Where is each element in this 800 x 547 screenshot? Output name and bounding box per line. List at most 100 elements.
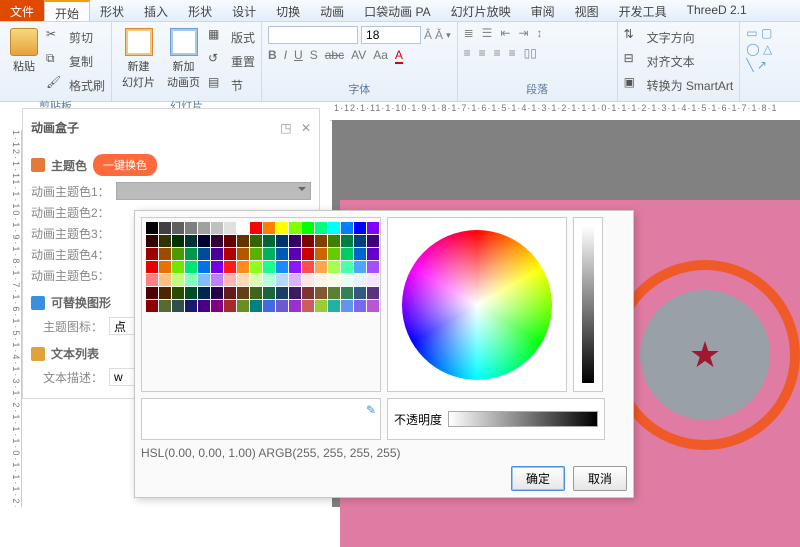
linespacing-icon[interactable]: ↕ (537, 26, 543, 40)
palette-swatch[interactable] (224, 300, 236, 312)
palette-swatch[interactable] (250, 248, 262, 260)
palette-swatch[interactable] (159, 300, 171, 312)
font-size-select[interactable]: 18 (361, 26, 421, 44)
increase-font-icon[interactable]: Â (424, 28, 432, 42)
palette-swatch[interactable] (367, 248, 379, 260)
palette-swatch[interactable] (159, 222, 171, 234)
palette-swatch[interactable] (302, 274, 314, 286)
palette-swatch[interactable] (146, 261, 158, 273)
palette-swatch[interactable] (315, 300, 327, 312)
palette-swatch[interactable] (250, 222, 262, 234)
palette-swatch[interactable] (302, 222, 314, 234)
palette-swatch[interactable] (224, 261, 236, 273)
palette-swatch[interactable] (354, 274, 366, 286)
palette-swatch[interactable] (159, 274, 171, 286)
palette-swatch[interactable] (367, 274, 379, 286)
palette-swatch[interactable] (224, 222, 236, 234)
palette-swatch[interactable] (146, 248, 158, 260)
palette-swatch[interactable] (328, 261, 340, 273)
palette-swatch[interactable] (302, 287, 314, 299)
font-color-button[interactable]: A (395, 48, 403, 64)
palette-swatch[interactable] (211, 235, 223, 247)
eyedropper-icon[interactable]: ✎ (366, 403, 376, 417)
align-left-icon[interactable]: ≡ (464, 46, 471, 60)
palette-swatch[interactable] (354, 248, 366, 260)
copy-button[interactable]: ⧉复制 (46, 51, 105, 71)
palette-swatch[interactable] (315, 287, 327, 299)
palette-swatch[interactable] (211, 248, 223, 260)
file-tab[interactable]: 文件 (0, 0, 44, 21)
underline-button[interactable]: U (294, 48, 303, 64)
palette-swatch[interactable] (211, 300, 223, 312)
tab-dev[interactable]: 开发工具 (609, 0, 677, 21)
palette-swatch[interactable] (263, 287, 275, 299)
palette-swatch[interactable] (341, 274, 353, 286)
palette-swatch[interactable] (289, 261, 301, 273)
palette-swatch[interactable] (315, 222, 327, 234)
palette-swatch[interactable] (263, 222, 275, 234)
palette-swatch[interactable] (289, 235, 301, 247)
palette-swatch[interactable] (185, 300, 197, 312)
columns-icon[interactable]: ▯▯ (524, 46, 537, 60)
palette-swatch[interactable] (328, 274, 340, 286)
bullets-icon[interactable]: ≣ (464, 26, 474, 40)
palette-swatch[interactable] (302, 261, 314, 273)
palette-swatch[interactable] (276, 274, 288, 286)
tab-pa[interactable]: 口袋动画 PA (354, 0, 440, 21)
palette-swatch[interactable] (172, 274, 184, 286)
palette-swatch[interactable] (198, 261, 210, 273)
palette-swatch[interactable] (185, 248, 197, 260)
palette-swatch[interactable] (315, 261, 327, 273)
case-button[interactable]: Aa (373, 48, 388, 64)
palette-swatch[interactable] (237, 261, 249, 273)
palette-swatch[interactable] (289, 274, 301, 286)
palette-swatch[interactable] (263, 261, 275, 273)
palette-swatch[interactable] (146, 235, 158, 247)
layout-button[interactable]: ▦版式 (208, 27, 255, 47)
paste-button[interactable]: 粘贴 (6, 26, 42, 96)
palette-swatch[interactable] (159, 287, 171, 299)
color-wheel[interactable] (402, 230, 552, 380)
align-right-icon[interactable]: ≡ (494, 46, 501, 60)
palette-swatch[interactable] (328, 248, 340, 260)
palette-swatch[interactable] (211, 274, 223, 286)
tab-view[interactable]: 视图 (565, 0, 609, 21)
palette-swatch[interactable] (367, 261, 379, 273)
palette-swatch[interactable] (341, 248, 353, 260)
palette-swatch[interactable] (172, 222, 184, 234)
palette-swatch[interactable] (185, 261, 197, 273)
shape-line-icon[interactable]: ╲ ↗ (746, 58, 772, 72)
reset-button[interactable]: ↺重置 (208, 51, 255, 71)
palette-swatch[interactable] (354, 300, 366, 312)
palette-swatch[interactable] (172, 235, 184, 247)
tab-review[interactable]: 审阅 (521, 0, 565, 21)
palette-swatch[interactable] (367, 300, 379, 312)
palette-swatch[interactable] (250, 274, 262, 286)
palette-swatch[interactable] (146, 222, 158, 234)
shadow-button[interactable]: S (310, 48, 318, 64)
new-slide-button[interactable]: 新建 幻灯片 (118, 26, 159, 96)
palette-swatch[interactable] (341, 261, 353, 273)
palette-swatch[interactable] (328, 222, 340, 234)
tab-design[interactable]: 设计 (222, 0, 266, 21)
palette-swatch[interactable] (159, 248, 171, 260)
cut-button[interactable]: ✂剪切 (46, 27, 105, 47)
palette-swatch[interactable] (341, 222, 353, 234)
palette-swatch[interactable] (276, 235, 288, 247)
palette-swatch[interactable] (146, 287, 158, 299)
palette-swatch[interactable] (198, 300, 210, 312)
palette-swatch[interactable] (328, 300, 340, 312)
section-button[interactable]: ▤节 (208, 75, 255, 95)
palette-swatch[interactable] (276, 222, 288, 234)
palette-swatch[interactable] (211, 222, 223, 234)
clear-format-icon[interactable]: ▾ (446, 30, 451, 41)
palette-swatch[interactable] (172, 287, 184, 299)
palette-swatch[interactable] (354, 287, 366, 299)
palette-swatch[interactable] (237, 248, 249, 260)
palette-swatch[interactable] (237, 222, 249, 234)
palette-swatch[interactable] (367, 287, 379, 299)
palette-swatch[interactable] (250, 300, 262, 312)
palette-swatch[interactable] (185, 287, 197, 299)
tab-threed[interactable]: ThreeD 2.1 (677, 0, 757, 21)
palette-swatch[interactable] (146, 300, 158, 312)
